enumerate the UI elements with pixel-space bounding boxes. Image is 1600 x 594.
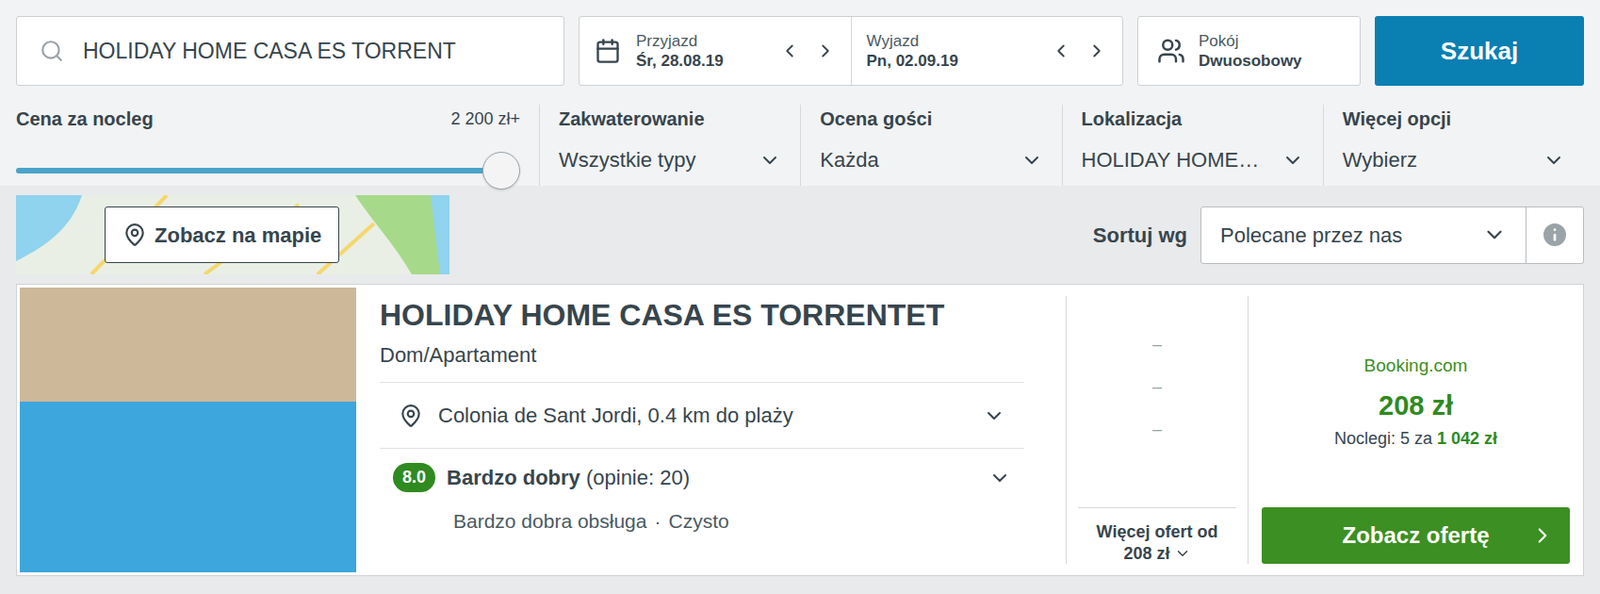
date-field[interactable]: PrzyjazdŚr, 28.08.19 [579, 16, 851, 85]
sort-label: Sortuj wg [1093, 219, 1188, 251]
calendar-icon [594, 37, 621, 65]
chevron-down-icon [982, 404, 1006, 427]
search-value: HOLIDAY HOME CASA ES TORRENT [82, 34, 457, 68]
room-field[interactable]: PokójDwuosobowy [1137, 16, 1361, 86]
more-offers-button[interactable]: Więcej ofert od208 zł [1077, 506, 1237, 564]
filter-label: Więcej opcji [1342, 104, 1566, 133]
filter-label: Lokalizacja [1081, 104, 1305, 133]
hotel-details: HOLIDAY HOME CASA ES TORRENTET Dom/Aparta… [359, 284, 1045, 575]
hotel-type: Dom/Apartament [379, 339, 1025, 383]
location-pin-icon [398, 403, 424, 428]
filters-row: Cena za nocleg 2 200 zł+ Zakwaterowanie Wsz… [0, 104, 1600, 186]
sort-info-button[interactable] [1526, 207, 1584, 263]
price-slider[interactable] [16, 151, 502, 186]
filter-value: Wszystkie typy [558, 144, 696, 176]
other-price: – [1152, 331, 1162, 358]
chevron-down-icon [1482, 222, 1507, 247]
next-day-icon[interactable] [815, 40, 836, 62]
provider: Booking.com [1364, 352, 1469, 380]
chevron-right-icon [1530, 522, 1555, 548]
filter-label: Ocena gości [819, 104, 1043, 133]
next-day-icon[interactable] [1086, 40, 1108, 62]
guests-icon [1157, 36, 1186, 66]
rating-tag: Czysto [668, 506, 729, 537]
other-offers: – – – Więcej ofert od208 zł [1065, 295, 1249, 564]
total-price: Noclegi: 5 za1 042 zł [1334, 425, 1498, 452]
filter-label: Zakwaterowanie [558, 104, 782, 133]
filter-dropdown[interactable]: Ocena gości Każda [800, 104, 1062, 186]
filter-value: HOLIDAY HOME… [1081, 144, 1260, 176]
rating-label: Bardzo dobry [446, 465, 581, 490]
hotel-card: HOLIDAY HOME CASA ES TORRENTET Dom/Aparta… [16, 283, 1584, 576]
search-field[interactable]: HOLIDAY HOME CASA ES TORRENT [16, 16, 565, 86]
date-picker[interactable]: PrzyjazdŚr, 28.08.19WyjazdPn, 02.09.19 [578, 16, 1124, 86]
map-thumbnail[interactable]: Zobacz na mapie [16, 195, 450, 275]
price-filter: Cena za nocleg 2 200 zł+ [16, 104, 539, 186]
chevron-down-icon [1542, 148, 1566, 172]
price-reading: 2 200 zł+ [450, 106, 521, 132]
filter-dropdown[interactable]: Lokalizacja HOLIDAY HOME… [1061, 104, 1323, 186]
filter-value: Wybierz [1342, 144, 1418, 176]
date-field[interactable]: WyjazdPn, 02.09.19 [850, 16, 1124, 85]
rating-tags: Bardzo dobra obsługa·Czysto [379, 506, 1025, 537]
info-icon [1539, 219, 1570, 250]
chevron-down-icon [758, 148, 782, 172]
map-pin-icon [122, 222, 147, 247]
filter-dropdown[interactable]: Więcej opcji Wybierz [1322, 104, 1584, 186]
rating-badge: 8.0 [392, 462, 436, 492]
previous-day-icon[interactable] [1050, 40, 1072, 62]
price-label: Cena za nocleg [16, 104, 154, 133]
map-button[interactable]: Zobacz na mapie [104, 206, 340, 263]
deal-panel: Booking.com 208 złNoclegi: 5 za1 042 zł Zo… [1248, 284, 1584, 575]
hotel-name[interactable]: HOLIDAY HOME CASA ES TORRENTET [379, 295, 1025, 334]
rating-row[interactable]: 8.0 Bardzo dobry (opinie: 20) [379, 461, 1025, 493]
filter-dropdown[interactable]: Zakwaterowanie Wszystkie typy [538, 104, 800, 186]
room-label: Pokój [1198, 31, 1303, 51]
filter-value: Każda [819, 144, 879, 176]
other-price: – [1152, 416, 1162, 442]
chevron-down-icon [1281, 148, 1305, 172]
room-value: Dwuosobowy [1198, 50, 1303, 71]
date-value: Pn, 02.09.19 [866, 50, 1037, 71]
search-button[interactable]: Szukaj [1374, 16, 1584, 86]
chevron-down-icon [988, 466, 1012, 490]
chevron-down-icon [1174, 544, 1192, 562]
search-bar: HOLIDAY HOME CASA ES TORRENT PrzyjazdŚr, … [0, 0, 1600, 86]
slider-thumb[interactable] [482, 151, 521, 190]
location-row[interactable]: Colonia de Sant Jordi, 0.4 km do plaży [379, 382, 1025, 449]
date-label: Przyjazd [636, 31, 765, 51]
previous-day-icon[interactable] [779, 40, 800, 62]
rating-tag: Bardzo dobra obsługa [453, 506, 647, 537]
chevron-down-icon [1020, 148, 1044, 172]
sort: Sortuj wg Polecane przez nas [1093, 206, 1584, 264]
sort-select[interactable]: Polecane przez nas [1201, 207, 1527, 263]
date-value: Śr, 28.08.19 [636, 50, 765, 71]
date-label: Wyjazd [866, 31, 1037, 51]
other-price: – [1152, 374, 1162, 400]
view-deal-button[interactable]: Zobacz ofertę [1261, 506, 1570, 564]
page: HOLIDAY HOME CASA ES TORRENT PrzyjazdŚr, … [0, 0, 1600, 594]
hotel-photo [19, 287, 357, 572]
results-area: Zobacz na mapie Sortuj wg Polecane przez n… [0, 185, 1600, 594]
review-count: (opinie: 20) [586, 465, 690, 490]
search-icon [39, 38, 65, 64]
price: 208 zł [1378, 385, 1454, 427]
